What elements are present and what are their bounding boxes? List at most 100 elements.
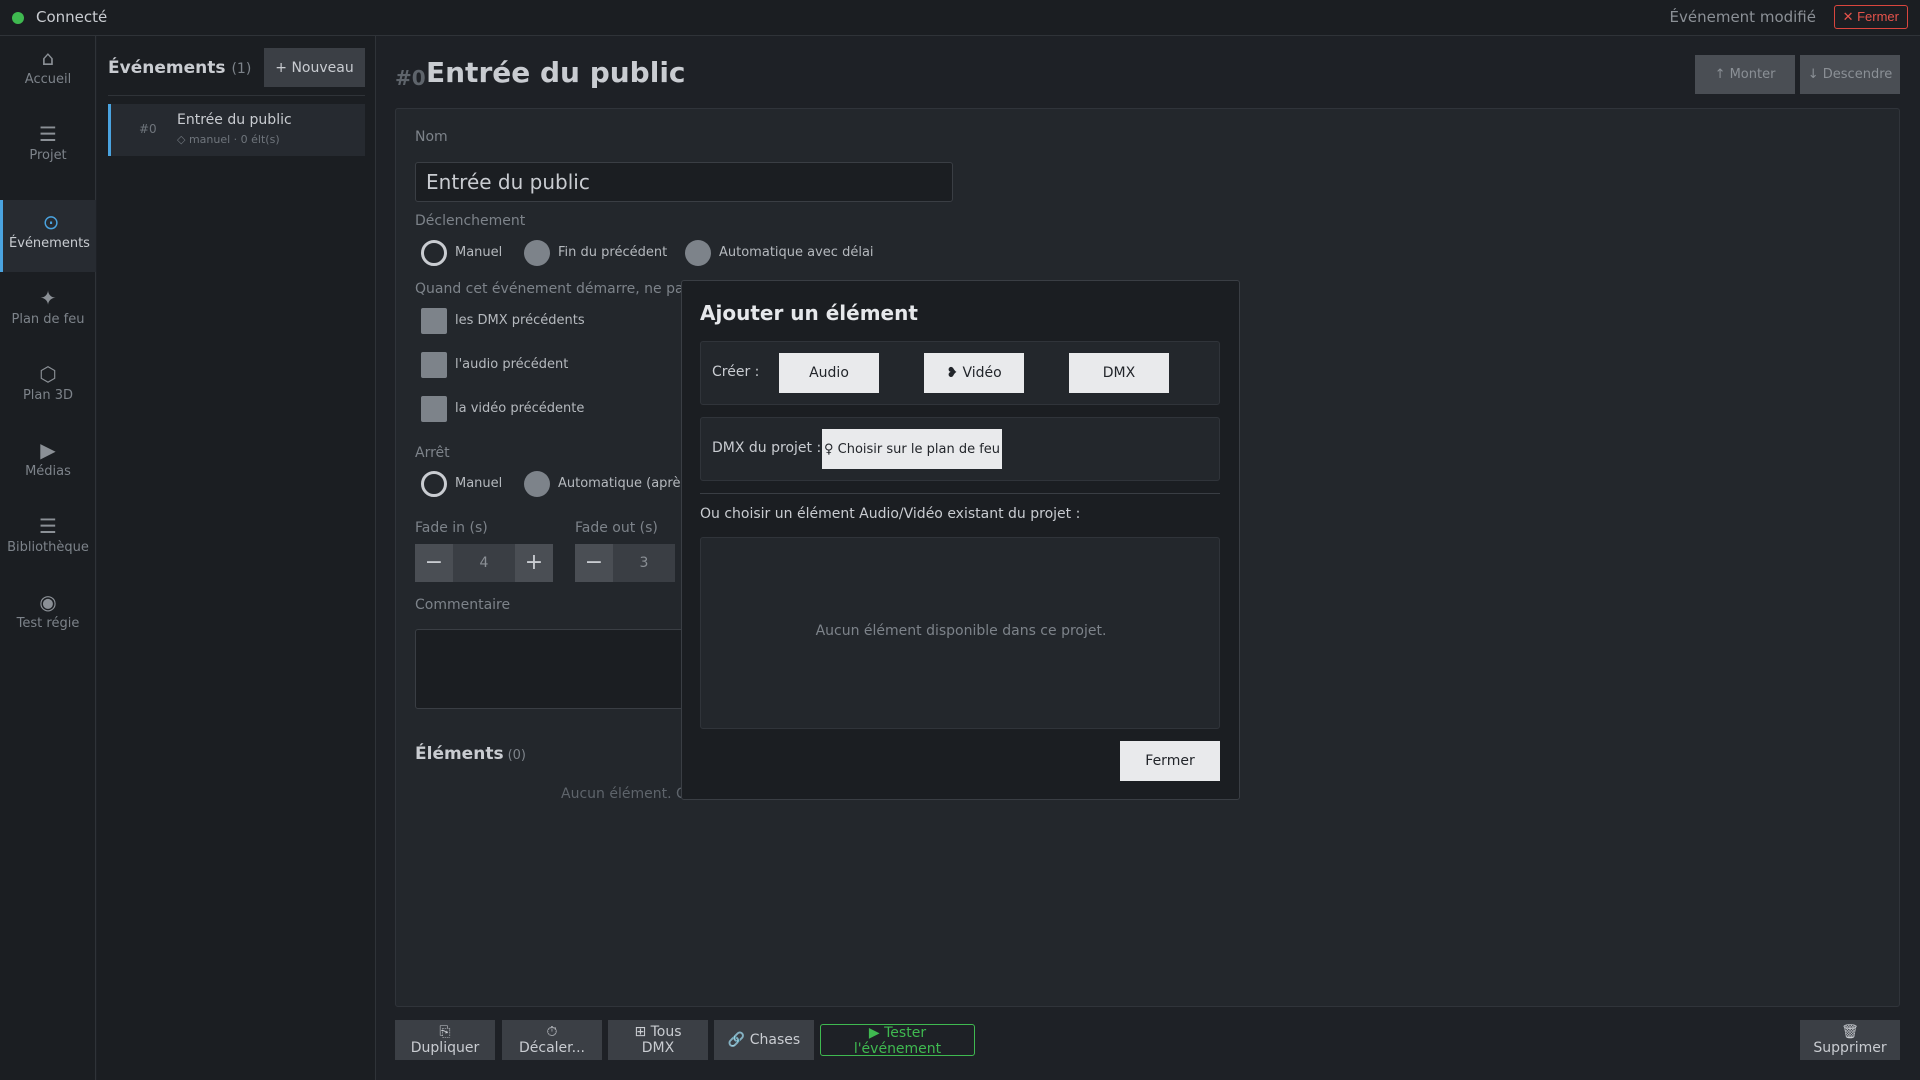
existing-element-label: Ou choisir un élément Audio/Vidéo exista…: [700, 506, 1081, 522]
stop-option-label: Automatique (aprè: [558, 476, 681, 491]
menu-icon: ☰: [39, 122, 57, 146]
close-event-button[interactable]: ✕ Fermer: [1833, 5, 1908, 29]
trigger-option-label: Manuel: [455, 245, 503, 260]
comment-label: Commentaire: [415, 597, 511, 613]
nav-label: Bibliothèque: [7, 540, 89, 555]
nav-label: Test régie: [16, 616, 80, 631]
test-event-button[interactable]: ▶ Tester l'événement: [820, 1024, 975, 1057]
nav-label: Plan 3D: [22, 388, 74, 403]
stop-previous-dmx-checkbox[interactable]: [421, 308, 447, 334]
add-element-dialog: Ajouter un élément Créer : Audio ❥ Vidéo…: [681, 280, 1240, 800]
home-icon: ⌂: [41, 46, 55, 70]
stop-radio-auto[interactable]: [524, 471, 550, 497]
fade-out-label: Fade out (s): [575, 520, 658, 536]
move-up-button[interactable]: ↑ Monter: [1695, 55, 1795, 94]
events-list-panel: Événements (1) + Nouveau #0 Entrée du pub…: [97, 36, 376, 1080]
nav-item-accueil[interactable]: ⌂ Accueil: [0, 36, 96, 108]
event-name-input[interactable]: [415, 162, 953, 202]
project-dmx-section: DMX du projet : ♀ Choisir sur le plan de…: [700, 417, 1220, 481]
nav-label: Plan de feu: [11, 312, 85, 327]
elements-empty-message: Aucun élément. Cl: [561, 786, 690, 802]
trigger-option-label: Automatique avec délai: [719, 245, 874, 260]
cube-icon: ⬡: [39, 362, 57, 386]
nav-item-test-regie[interactable]: ◉ Test régie: [0, 580, 96, 652]
events-list-title: Événements (1): [108, 58, 251, 78]
record-icon: ◉: [39, 590, 57, 614]
events-title-text: Événements: [108, 58, 226, 78]
connection-status-icon: [12, 12, 24, 24]
checkbox-label: la vidéo précédente: [455, 401, 585, 416]
modified-indicator: Événement modifié: [1669, 8, 1816, 26]
fade-out-value[interactable]: 3: [613, 544, 675, 582]
event-name: Entrée du public: [177, 112, 292, 128]
nav-item-evenements[interactable]: ⊙ Événements: [0, 200, 96, 272]
trigger-radio-auto-delay[interactable]: [685, 240, 711, 266]
stop-label: Arrêt: [415, 445, 450, 461]
stop-previous-audio-checkbox[interactable]: [421, 352, 447, 378]
nav-item-medias[interactable]: ▶ Médias: [0, 428, 96, 500]
stop-previous-label: Quand cet événement démarre, ne pas a: [415, 281, 704, 297]
nav-label: Médias: [25, 464, 71, 479]
create-label: Créer :: [712, 364, 760, 380]
events-count: (1): [231, 61, 252, 77]
nav-item-projet[interactable]: ☰ Projet: [0, 112, 96, 184]
fade-in-stepper: − 4 +: [415, 544, 555, 582]
create-audio-button[interactable]: Audio: [779, 353, 879, 393]
nav-label: Projet: [29, 148, 67, 163]
fade-out-stepper: − 3: [575, 544, 675, 582]
stop-previous-video-checkbox[interactable]: [421, 396, 447, 422]
create-video-button[interactable]: ❥ Vidéo: [924, 353, 1024, 393]
create-dmx-button[interactable]: DMX: [1069, 353, 1169, 393]
event-number: #0: [395, 66, 426, 90]
event-list-item[interactable]: #0 Entrée du public ◇ manuel · 0 élt(s): [108, 104, 365, 156]
nav-item-bibliotheque[interactable]: ☰ Bibliothèque: [0, 504, 96, 576]
duplicate-button[interactable]: ⎘ Dupliquer: [395, 1020, 495, 1060]
sparkle-icon: ✦: [39, 286, 57, 310]
delete-button[interactable]: 🗑 Supprimer: [1800, 1020, 1900, 1060]
elements-title-text: Éléments: [415, 744, 504, 764]
elements-count: (0): [507, 748, 526, 763]
target-icon: ⊙: [42, 210, 60, 234]
fade-in-label: Fade in (s): [415, 520, 488, 536]
sidebar-nav: ⌂ Accueil ☰ Projet ⊙ Événements ✦ Plan d…: [0, 36, 96, 1080]
all-dmx-button[interactable]: ⊞ Tous DMX: [608, 1020, 708, 1060]
trigger-option-label: Fin du précédent: [558, 245, 668, 260]
new-event-button[interactable]: + Nouveau: [264, 48, 365, 87]
connection-status: Connecté: [36, 8, 108, 26]
existing-elements-list: Aucun élément disponible dans ce projet.: [700, 537, 1220, 729]
fade-in-increment-button[interactable]: +: [515, 544, 553, 582]
fade-in-value[interactable]: 4: [453, 544, 515, 582]
event-meta: ◇ manuel · 0 élt(s): [177, 133, 280, 146]
project-dmx-label: DMX du projet :: [712, 440, 822, 456]
create-section: Créer : Audio ❥ Vidéo DMX: [700, 341, 1220, 405]
close-dialog-button[interactable]: Fermer: [1120, 741, 1220, 781]
trigger-radio-after-previous[interactable]: [524, 240, 550, 266]
trigger-label: Déclenchement: [415, 213, 526, 229]
name-label: Nom: [415, 129, 448, 145]
elements-section-title: Éléments (0): [415, 744, 526, 764]
dialog-title: Ajouter un élément: [700, 301, 918, 325]
event-number: #0: [139, 122, 157, 136]
checkbox-label: l'audio précédent: [455, 357, 569, 372]
top-bar: Connecté Événement modifié ✕ Fermer: [0, 0, 1920, 36]
trigger-radio-manual[interactable]: [421, 240, 447, 266]
stop-option-label: Manuel: [455, 476, 503, 491]
nav-item-plan-de-feu[interactable]: ✦ Plan de feu: [0, 276, 96, 348]
chases-button[interactable]: 🔗 Chases: [714, 1020, 814, 1060]
nav-label: Accueil: [24, 72, 72, 87]
divider: [700, 493, 1220, 494]
empty-list-message: Aucun élément disponible dans ce projet.: [815, 623, 1107, 639]
page-title: Entrée du public: [426, 56, 686, 89]
library-icon: ☰: [39, 514, 57, 538]
play-icon: ▶: [40, 438, 56, 462]
move-down-button[interactable]: ↓ Descendre: [1800, 55, 1900, 94]
fade-out-decrement-button[interactable]: −: [575, 544, 613, 582]
pick-on-lighting-plan-button[interactable]: ♀ Choisir sur le plan de feu: [822, 429, 1002, 469]
fade-in-decrement-button[interactable]: −: [415, 544, 453, 582]
nav-item-plan-3d[interactable]: ⬡ Plan 3D: [0, 352, 96, 424]
nav-label: Événements: [9, 236, 90, 251]
checkbox-label: les DMX précédents: [455, 313, 585, 328]
divider: [108, 95, 365, 96]
stop-radio-manual[interactable]: [421, 471, 447, 497]
shift-button[interactable]: ⏱ Décaler...: [502, 1020, 602, 1060]
